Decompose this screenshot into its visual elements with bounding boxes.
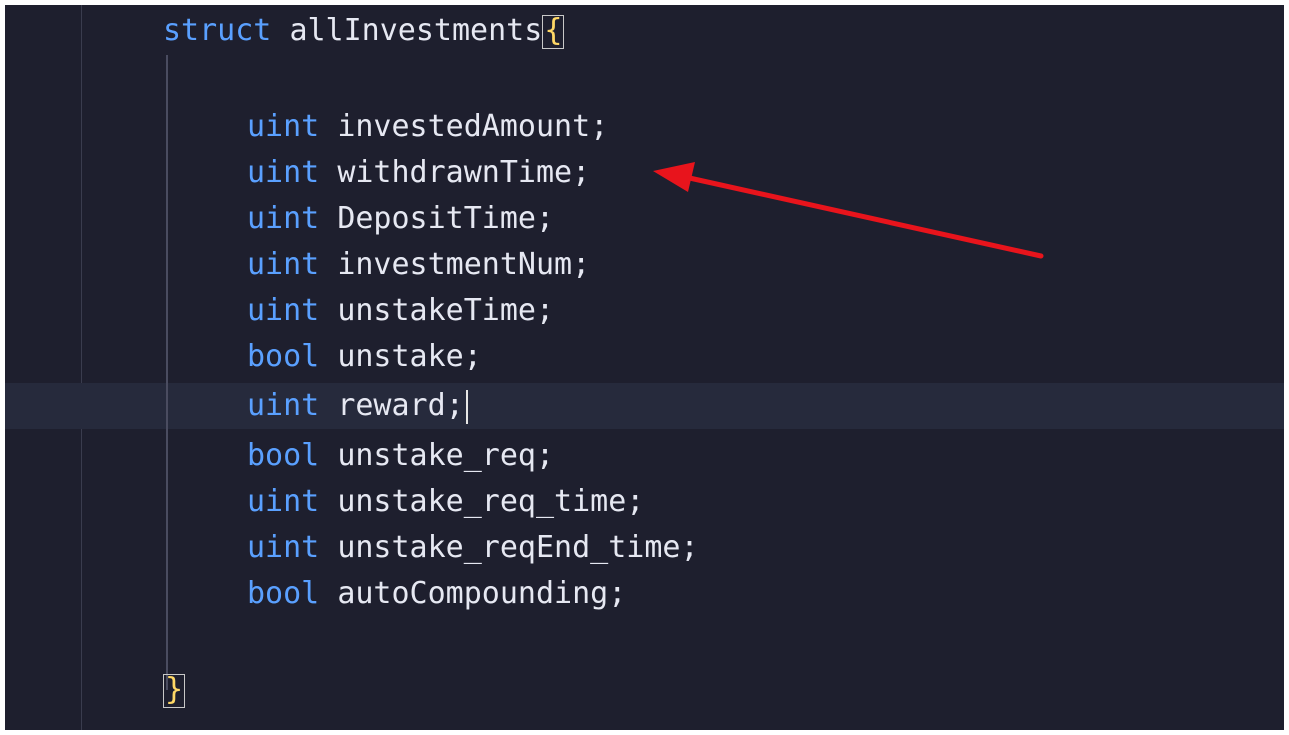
red-arrow-annotation [653,162,1044,259]
arrow-shaft [682,174,1044,259]
code-editor[interactable]: struct allInvestments{ uint investedAmou… [5,5,1284,730]
arrow-head [653,162,695,192]
